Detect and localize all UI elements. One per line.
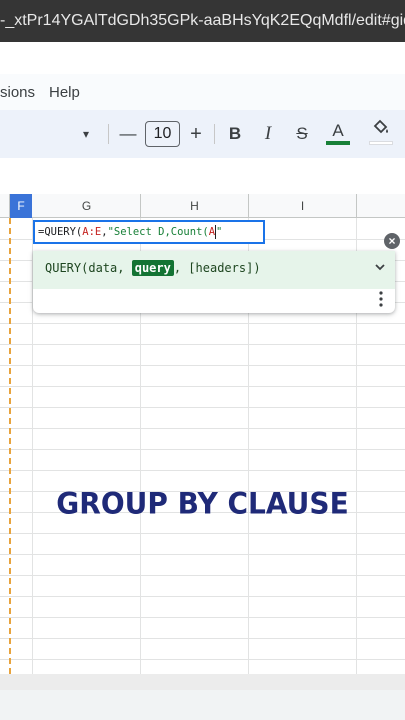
italic-button[interactable]: I [261, 122, 275, 146]
fill-color-swatch [369, 141, 393, 145]
formula-help-card: QUERY(data, query, [headers]) [33, 251, 395, 313]
more-vert-icon[interactable] [373, 290, 389, 314]
column-f-selection-border [9, 218, 11, 674]
font-size-input[interactable]: 10 [145, 121, 180, 147]
sheet-tabs-bar [0, 690, 405, 720]
column-header-g[interactable]: G [33, 194, 141, 218]
active-cell-editor[interactable]: =QUERY(A:E,"Select D,Count(A" [33, 220, 265, 244]
column-header-h[interactable]: H [141, 194, 249, 218]
formula-prefix: =QUERY( [38, 226, 83, 238]
column-header-stub [0, 194, 10, 218]
decrease-font-button[interactable]: — [119, 122, 137, 146]
chevron-down-icon[interactable] [373, 260, 387, 277]
toolbar-divider [108, 124, 109, 144]
formula-end-quote: " [216, 226, 223, 238]
address-bar[interactable]: -_xtPr14YGAlTdGDh35GPk-aaBHsYqK2EQqMdfl/… [0, 0, 405, 42]
signature-fn: QUERY(data, [45, 261, 125, 275]
horizontal-scrollbar[interactable] [0, 674, 405, 690]
signature-rest: , [headers]) [173, 261, 261, 275]
text-color-button[interactable]: A [330, 119, 346, 143]
toolbar: ▾ — 10 + B I S A [0, 110, 405, 158]
bold-button[interactable]: B [227, 122, 243, 146]
url-text: -_xtPr14YGAlTdGDh35GPk-aaBHsYqK2EQqMdfl/… [0, 12, 405, 29]
menu-help[interactable]: Help [49, 84, 80, 101]
chevron-down-icon[interactable]: ▾ [83, 122, 89, 146]
strikethrough-button[interactable]: S [294, 122, 310, 146]
formula-bar-area [0, 158, 405, 194]
formula-range: A:E [82, 226, 102, 238]
fill-color-icon[interactable] [372, 118, 390, 143]
menu-bar: sions Help [0, 74, 405, 110]
browser-gap [0, 42, 405, 74]
toolbar-divider [214, 124, 215, 144]
increase-font-button[interactable]: + [187, 122, 205, 146]
video-caption: GROUP BY CLAUSE [56, 486, 349, 521]
column-header-i[interactable]: I [249, 194, 357, 218]
function-signature: QUERY(data, query, [headers]) [45, 260, 261, 276]
column-header-row: F G H I [0, 194, 405, 218]
column-header-j[interactable] [357, 194, 405, 218]
close-icon[interactable]: × [384, 233, 400, 249]
signature-active-param: query [131, 260, 174, 276]
menu-extensions[interactable]: sions [0, 84, 35, 101]
column-header-f[interactable]: F [10, 194, 32, 218]
formula-string: "Select D,Count( [107, 226, 209, 238]
text-color-swatch [326, 141, 350, 145]
function-signature-bar[interactable]: QUERY(data, query, [headers]) [33, 251, 395, 289]
